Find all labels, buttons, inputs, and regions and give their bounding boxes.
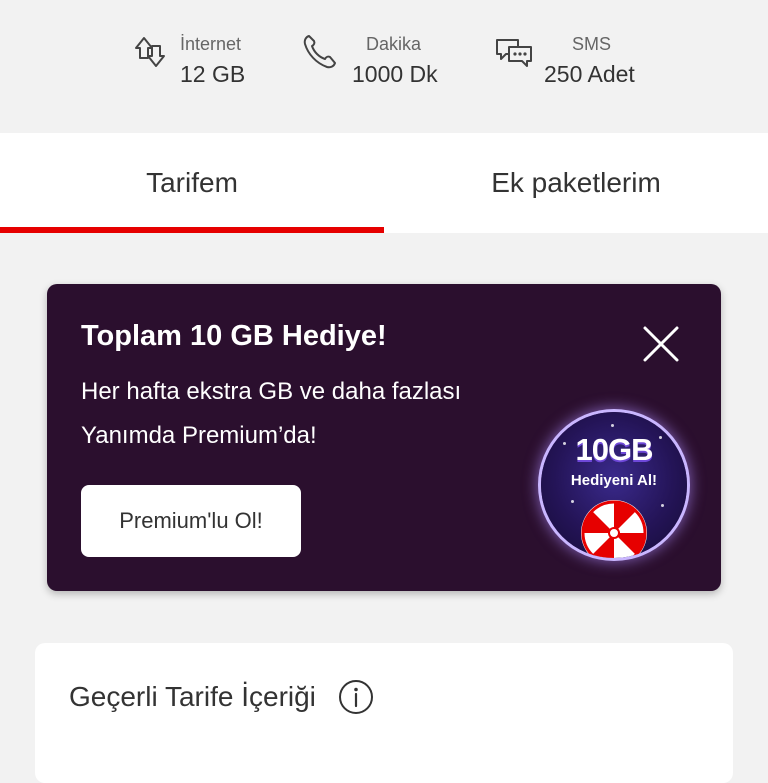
sms-label: SMS — [572, 34, 612, 54]
phone-icon — [303, 35, 336, 69]
tariff-content-card: Geçerli Tarife İçeriği — [35, 643, 733, 783]
promo-title: Toplam 10 GB Hediye! — [81, 320, 387, 352]
tab-tarifem-label: Tarifem — [146, 167, 238, 198]
tariff-content-title: Geçerli Tarife İçeriği — [69, 681, 316, 712]
close-icon[interactable] — [641, 324, 681, 364]
info-icon[interactable] — [338, 679, 374, 715]
prize-wheel-icon — [581, 500, 647, 558]
usage-summary: İnternet 12 GB Dakika 1000 Dk SMS 250 Ad… — [0, 0, 768, 133]
tab-ek-paketlerim[interactable]: Ek paketlerim — [384, 133, 768, 233]
internet-label: İnternet — [180, 34, 242, 54]
minutes-value: 1000 Dk — [352, 61, 438, 87]
tab-bar: Tarifem Ek paketlerim — [0, 133, 768, 233]
promo-description-line2: Yanımda Premium’da! — [81, 422, 317, 449]
gift-badge[interactable]: 10GB Hediyeni Al! — [541, 412, 687, 558]
internet-value: 12 GB — [180, 61, 246, 87]
badge-main-text: 10GB — [575, 432, 654, 467]
tab-ek-paketlerim-label: Ek paketlerim — [491, 167, 661, 198]
premium-button[interactable]: Premium'lu Ol! — [81, 485, 301, 557]
data-transfer-icon — [135, 37, 165, 67]
promo-description-line1: Her hafta ekstra GB ve daha fazlası — [81, 378, 462, 405]
promo-banner: Toplam 10 GB Hediye! Her hafta ekstra GB… — [47, 284, 721, 591]
badge-sub-text: Hediyeni Al! — [570, 472, 658, 489]
tab-tarifem[interactable]: Tarifem — [0, 133, 384, 233]
chat-bubbles-icon — [496, 39, 532, 67]
minutes-label: Dakika — [366, 34, 422, 54]
sms-value: 250 Adet — [544, 61, 635, 87]
